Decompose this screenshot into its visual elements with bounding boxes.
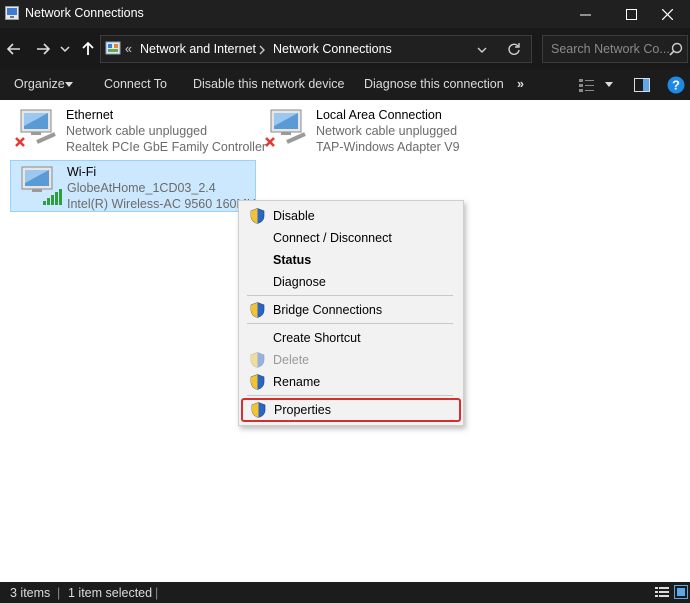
- item-count: 3 items: [10, 586, 51, 600]
- address-field[interactable]: « Network and Internet Network Connectio…: [100, 35, 532, 63]
- connection-name: Ethernet: [66, 108, 114, 122]
- chevron-right-icon[interactable]: [258, 45, 266, 55]
- menu-separator: [247, 395, 453, 396]
- organize-menu[interactable]: Organize: [14, 77, 65, 91]
- connection-adapter: TAP-Windows Adapter V9: [316, 140, 460, 154]
- window-title: Network Connections: [25, 6, 144, 20]
- menu-item-status[interactable]: Status: [239, 249, 463, 271]
- search-icon[interactable]: [669, 42, 683, 56]
- back-arrow-icon: [7, 43, 20, 55]
- menu-item-rename[interactable]: Rename: [239, 371, 463, 393]
- more-commands-button[interactable]: »: [517, 77, 524, 91]
- status-bar: 3 items | 1 item selected |: [0, 582, 690, 603]
- breadcrumb-network-and-internet[interactable]: Network and Internet: [140, 42, 256, 56]
- command-bar: Organize Connect To Disable this network…: [0, 70, 690, 100]
- connection-adapter: Intel(R) Wireless-AC 9560 160MHz: [67, 197, 263, 211]
- recent-locations-button[interactable]: [58, 39, 72, 59]
- connection-name: Wi-Fi: [67, 165, 97, 179]
- menu-item-label: Rename: [273, 375, 321, 389]
- control-panel-icon: [105, 41, 121, 55]
- dropdown-arrow-icon[interactable]: [605, 82, 613, 88]
- ethernet-adapter-icon: [15, 109, 56, 147]
- disable-device-button[interactable]: Disable this network device: [193, 77, 344, 91]
- menu-separator: [247, 295, 453, 296]
- minimize-icon: [579, 14, 591, 15]
- breadcrumb-network-connections[interactable]: Network Connections: [273, 42, 392, 56]
- preview-pane-icon[interactable]: [634, 78, 650, 92]
- connection-name: Local Area Connection: [316, 108, 442, 122]
- dropdown-arrow-icon[interactable]: [65, 82, 73, 88]
- shield-icon: [250, 208, 265, 224]
- shield-icon: [250, 374, 265, 390]
- menu-item-label: Disable: [273, 209, 315, 223]
- menu-item-label: Connect / Disconnect: [273, 231, 392, 245]
- menu-item-label: Create Shortcut: [273, 331, 361, 345]
- status-divider: |: [155, 586, 159, 600]
- close-button[interactable]: [644, 0, 690, 28]
- close-icon: [661, 8, 673, 20]
- connect-to-button[interactable]: Connect To: [104, 77, 167, 91]
- minimize-button[interactable]: [562, 0, 608, 28]
- shield-icon: [250, 352, 265, 368]
- network-connections-icon: [5, 6, 19, 20]
- connection-item-local-area-connection[interactable]: Local Area Connection Network cable unpl…: [260, 100, 490, 156]
- refresh-icon[interactable]: [507, 42, 521, 56]
- connection-item-ethernet[interactable]: Ethernet Network cable unplugged Realtek…: [10, 100, 266, 156]
- wifi-adapter-icon: [21, 166, 62, 205]
- up-button[interactable]: [78, 39, 98, 59]
- view-options-icon[interactable]: [579, 78, 595, 92]
- svg-text:?: ?: [672, 78, 680, 93]
- menu-item-bridge-connections[interactable]: Bridge Connections: [239, 299, 463, 321]
- connection-status: Network cable unplugged: [316, 124, 458, 138]
- back-button[interactable]: [4, 39, 24, 59]
- menu-item-diagnose[interactable]: Diagnose: [239, 271, 463, 293]
- search-box[interactable]: Search Network Co...: [542, 35, 688, 63]
- selection-count: 1 item selected: [68, 586, 153, 600]
- forward-arrow-icon: [37, 43, 50, 55]
- context-menu: Disable Connect / Disconnect Status Diag…: [238, 200, 464, 426]
- help-icon[interactable]: ?: [667, 76, 685, 94]
- menu-item-connect-disconnect[interactable]: Connect / Disconnect: [239, 227, 463, 249]
- diagnose-button[interactable]: Diagnose this connection: [364, 77, 504, 91]
- connection-status: Network cable unplugged: [66, 124, 208, 138]
- menu-item-properties[interactable]: Properties: [241, 398, 461, 422]
- breadcrumb-overflow[interactable]: «: [125, 42, 132, 56]
- shield-icon: [251, 402, 266, 418]
- connection-adapter: Realtek PCIe GbE Family Controller: [66, 140, 267, 154]
- menu-item-label: Delete: [273, 353, 310, 367]
- menu-item-create-shortcut[interactable]: Create Shortcut: [239, 327, 463, 349]
- menu-item-delete: Delete: [239, 349, 463, 371]
- menu-item-disable[interactable]: Disable: [239, 205, 463, 227]
- large-icons-view-icon[interactable]: [674, 585, 688, 599]
- menu-separator: [247, 323, 453, 324]
- chevron-down-icon: [60, 46, 70, 53]
- menu-item-label: Properties: [274, 403, 331, 417]
- forward-button[interactable]: [33, 39, 53, 59]
- ethernet-adapter-icon: [265, 109, 306, 147]
- connection-item-wifi[interactable]: Wi-Fi GlobeAtHome_1CD03_2.4 Intel(R) Wir…: [10, 160, 262, 212]
- status-divider: |: [57, 586, 61, 600]
- chevron-down-icon[interactable]: [477, 45, 487, 55]
- maximize-icon: [625, 8, 637, 20]
- details-view-icon[interactable]: [655, 586, 669, 599]
- up-arrow-icon: [82, 42, 94, 55]
- menu-item-label: Diagnose: [273, 275, 326, 289]
- title-bar: Network Connections: [0, 0, 690, 28]
- menu-item-label: Status: [273, 253, 312, 267]
- connection-status: GlobeAtHome_1CD03_2.4: [67, 181, 216, 195]
- shield-icon: [250, 302, 265, 318]
- search-input[interactable]: Search Network Co...: [551, 42, 670, 56]
- menu-item-label: Bridge Connections: [273, 303, 383, 317]
